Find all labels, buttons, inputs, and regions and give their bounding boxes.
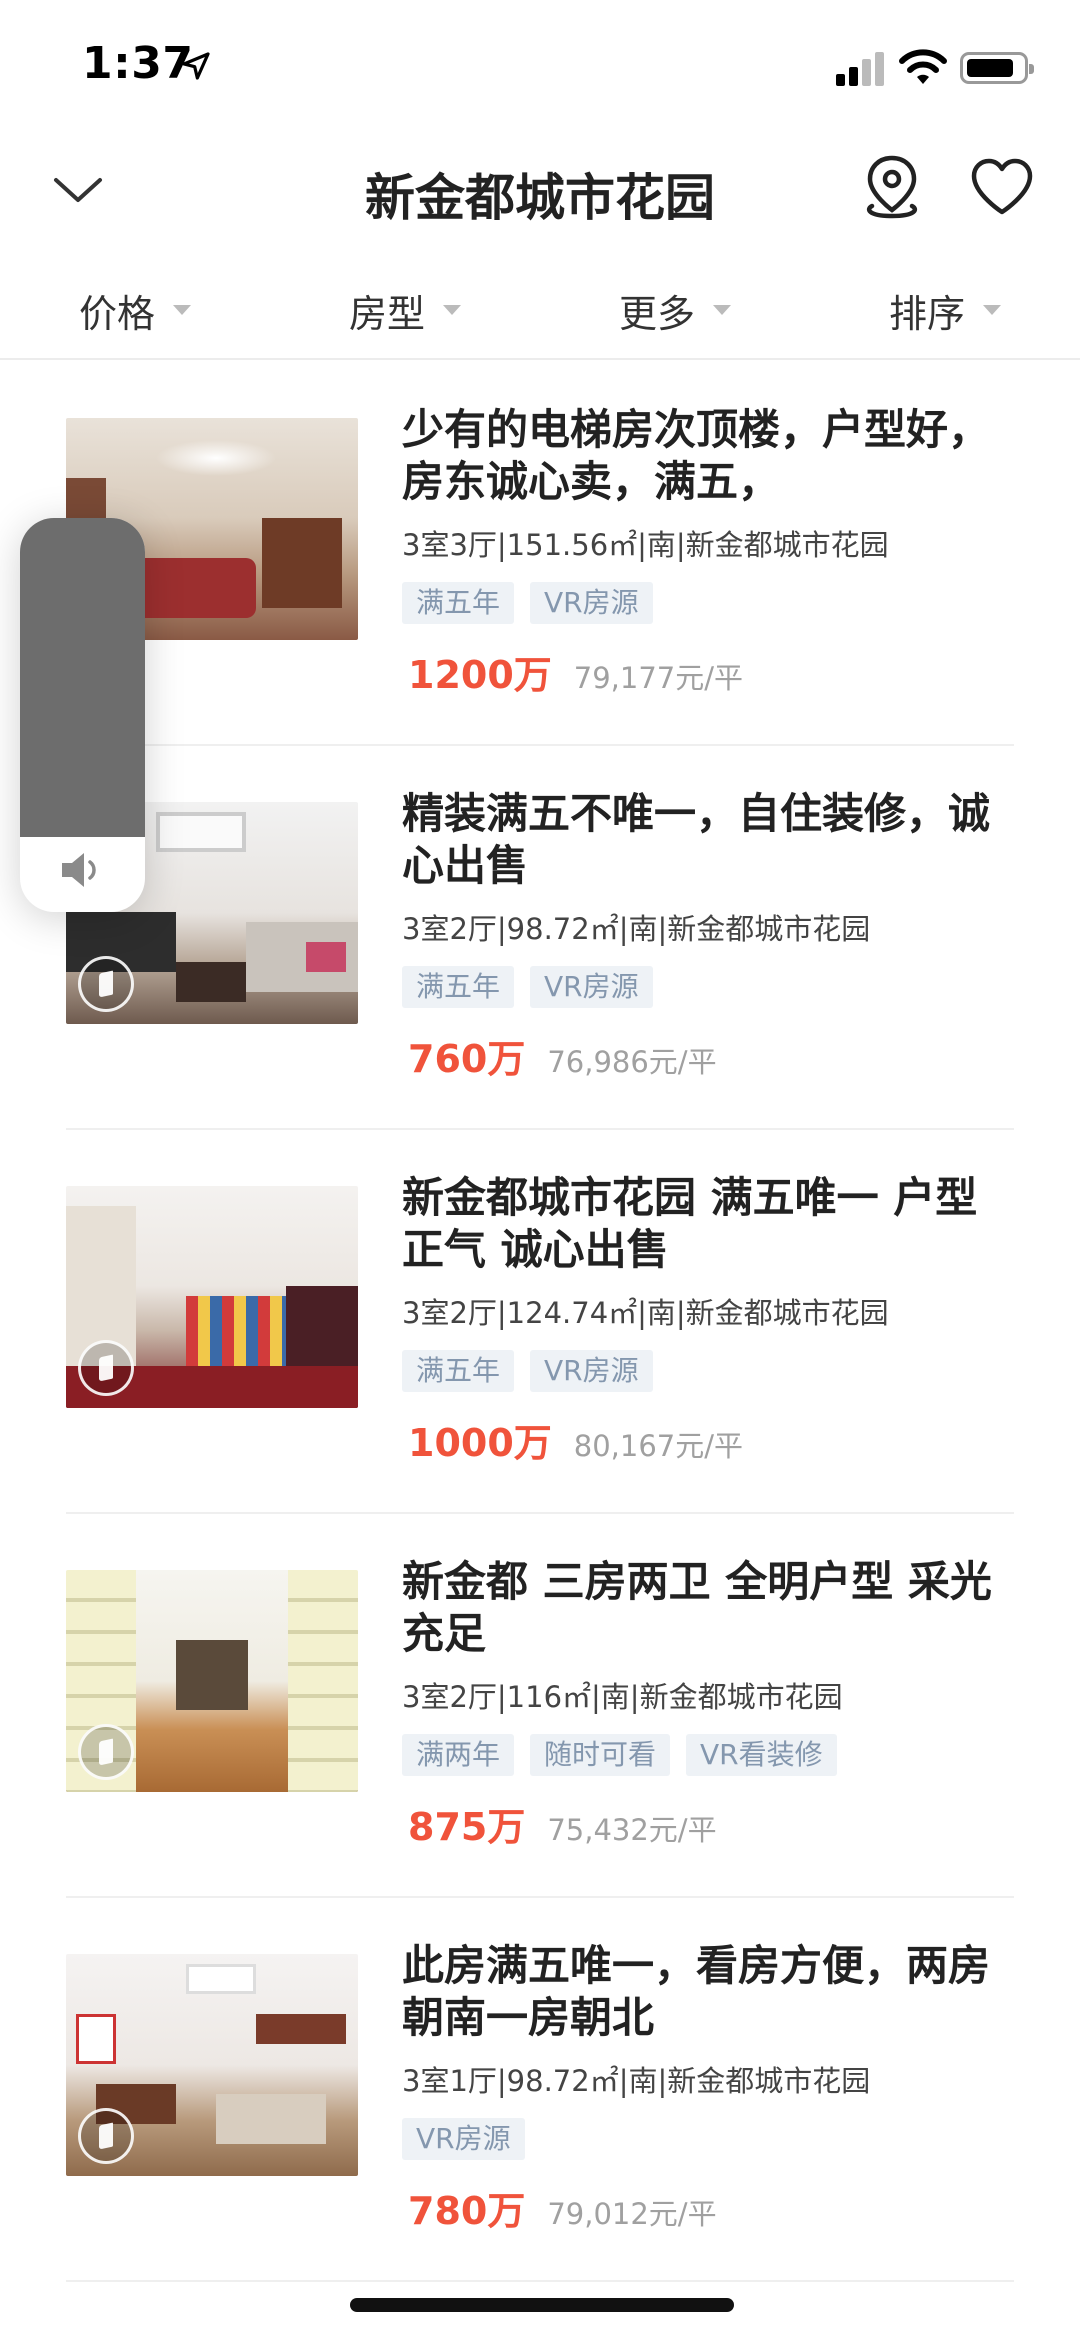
tag: 满五年 [402,966,515,1008]
filter-price[interactable]: 价格 [0,262,270,358]
listing-price: 1200万 79,177元/平 [408,644,743,699]
price-total: 1200万 [408,653,552,697]
cellular-signal-icon [836,50,886,86]
tag: 满五年 [402,1350,515,1392]
list-item[interactable]: 新金都 三房两卫 全明户型 采光充足 3室2厅|116㎡|南|新金都城市花园 满… [66,1514,1014,1898]
listing-price: 760万 76,986元/平 [408,1028,717,1083]
listing-tags: VR房源 [402,2118,525,2160]
filter-label: 排序 [888,291,965,336]
tag: 满两年 [402,1734,515,1776]
price-per-sqm: 80,167元/平 [573,1429,744,1463]
battery-icon [960,52,1034,84]
listing-title: 新金都城市花园 满五唯一 户型正气 诚心出售 [402,1173,978,1274]
price-total: 1000万 [408,1421,552,1465]
volume-hud[interactable] [20,518,145,912]
wifi-icon [899,49,947,84]
price-per-sqm: 75,432元/平 [547,1813,717,1847]
caret-down-icon [983,305,1001,315]
price-per-sqm: 79,177元/平 [573,661,744,695]
caret-down-icon [173,305,191,315]
list-item[interactable]: 精装满五不唯一，自住装修，诚心出售 3室2厅|98.72㎡|南|新金都城市花园 … [66,746,1014,1130]
caret-down-icon [713,305,731,315]
list-item[interactable]: 此房满五唯一，看房方便，两房朝南一房朝北 3室1厅|98.72㎡|南|新金都城市… [66,1898,1014,2282]
listing-meta: 3室2厅|124.74㎡|南|新金都城市花园 [402,1296,889,1330]
listing-title: 精装满五不唯一，自住装修，诚心出售 [402,789,991,890]
listing-photo [66,1954,358,2176]
filter-label: 价格 [78,291,155,336]
vr-view-icon [78,956,134,1012]
map-pin-icon[interactable] [862,154,922,220]
listing-price: 780万 79,012元/平 [408,2180,717,2235]
filter-sort[interactable]: 排序 [810,262,1080,358]
price-per-sqm: 76,986元/平 [547,1045,717,1079]
status-time: 1:37 [82,38,194,89]
vr-view-icon [78,1724,134,1780]
volume-level-fill [20,518,145,837]
tag: VR房源 [530,582,653,624]
list-item[interactable]: 新金都城市花园 满五唯一 户型正气 诚心出售 3室2厅|124.74㎡|南|新金… [66,1130,1014,1514]
filter-more[interactable]: 更多 [540,262,810,358]
price-total: 780万 [408,2189,526,2233]
tag: VR看装修 [686,1734,837,1776]
listing-photo [66,1570,358,1792]
vr-view-icon [78,1340,134,1396]
listing-tags: 满五年 VR房源 [402,966,653,1008]
filter-label: 房型 [348,291,425,336]
listing-tags: 满两年 随时可看 VR看装修 [402,1734,837,1776]
filter-layout[interactable]: 房型 [270,262,540,358]
listing-meta: 3室1厅|98.72㎡|南|新金都城市花园 [402,2064,871,2098]
listing-title: 此房满五唯一，看房方便，两房朝南一房朝北 [402,1941,991,2042]
location-arrow-icon [182,52,210,80]
price-total: 760万 [408,1037,526,1081]
home-indicator [350,2298,734,2312]
listing-tags: 满五年 VR房源 [402,1350,653,1392]
price-total: 875万 [408,1805,526,1849]
listing-price: 1000万 80,167元/平 [408,1412,743,1467]
listing-title: 新金都 三房两卫 全明户型 采光充足 [402,1557,992,1658]
nav-bar: 新金都城市花园 [0,130,1080,250]
heart-icon[interactable] [970,158,1034,216]
status-bar: 1:37 [0,0,1080,130]
tag: 满五年 [402,582,515,624]
vr-view-icon [78,2108,134,2164]
listing-tags: 满五年 VR房源 [402,582,653,624]
caret-down-icon [443,305,461,315]
listing-title: 少有的电梯房次顶楼，户型好，房东诚心卖，满五， [402,405,991,506]
listing-photo [66,1186,358,1408]
filter-label: 更多 [618,291,695,336]
tag: VR房源 [530,966,653,1008]
listing-price: 875万 75,432元/平 [408,1796,717,1851]
tag: VR房源 [402,2118,525,2160]
tag: VR房源 [530,1350,653,1392]
filter-bar: 价格 房型 更多 排序 [0,262,1080,360]
price-per-sqm: 79,012元/平 [547,2197,717,2231]
list-item[interactable]: 少有的电梯房次顶楼，户型好，房东诚心卖，满五， 3室3厅|151.56㎡|南|新… [66,362,1014,746]
tag: 随时可看 [530,1734,671,1776]
listing-meta: 3室3厅|151.56㎡|南|新金都城市花园 [402,528,889,562]
listing-meta: 3室2厅|98.72㎡|南|新金都城市花园 [402,912,871,946]
speaker-icon [62,853,96,887]
listing-meta: 3室2厅|116㎡|南|新金都城市花园 [402,1680,843,1714]
